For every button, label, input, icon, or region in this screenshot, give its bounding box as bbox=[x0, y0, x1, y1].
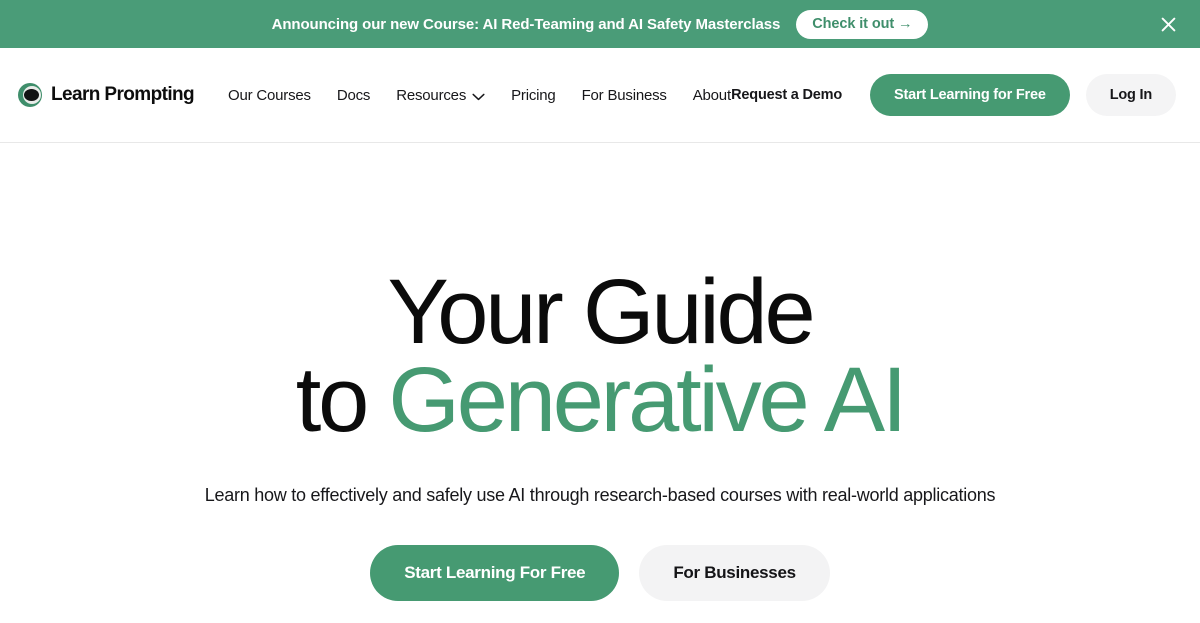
nav-item-our-courses[interactable]: Our Courses bbox=[228, 87, 311, 104]
announcement-banner: Announcing our new Course: AI Red-Teamin… bbox=[0, 0, 1200, 48]
nav-label: Docs bbox=[336, 86, 371, 104]
page-title: Your Guide to Generative AI bbox=[0, 266, 1200, 446]
nav-label: About bbox=[692, 86, 731, 104]
nav-label: For Business bbox=[581, 86, 667, 104]
login-button[interactable]: Log In bbox=[1085, 74, 1176, 116]
brand-logo-link[interactable]: Learn Prompting bbox=[18, 83, 195, 107]
header-actions: Request a Demo Start Learning for Free L… bbox=[731, 74, 1176, 116]
hero-section: Your Guide to Generative AI Learn how to… bbox=[0, 143, 1200, 602]
primary-navigation: Our Courses Docs Resources Pricing For B… bbox=[228, 86, 731, 105]
nav-item-docs[interactable]: Docs bbox=[336, 86, 371, 104]
learn-prompting-logo-icon bbox=[18, 83, 42, 107]
hero-title-line-1: Your Guide bbox=[387, 261, 816, 363]
chevron-down-icon bbox=[472, 88, 485, 105]
hero-title-line-2-plain: to bbox=[295, 349, 389, 452]
nav-label: Our Courses bbox=[228, 86, 311, 104]
announcement-text: Announcing our new Course: AI Red-Teamin… bbox=[271, 15, 781, 33]
nav-item-about[interactable]: About bbox=[693, 87, 731, 104]
nav-label: Resources bbox=[396, 86, 467, 104]
start-learning-hero-button[interactable]: Start Learning For Free bbox=[370, 545, 620, 602]
announcement-cta-button[interactable]: Check it out → bbox=[796, 9, 929, 39]
nav-item-resources[interactable]: Resources bbox=[396, 86, 485, 105]
for-businesses-button[interactable]: For Businesses bbox=[639, 545, 830, 602]
nav-item-pricing[interactable]: Pricing bbox=[511, 86, 556, 104]
site-header: Learn Prompting Our Courses Docs Resourc… bbox=[0, 48, 1200, 143]
nav-item-for-business[interactable]: For Business bbox=[582, 87, 667, 104]
start-learning-header-button[interactable]: Start Learning for Free bbox=[869, 74, 1070, 116]
close-icon bbox=[1160, 16, 1177, 33]
hero-subtitle: Learn how to effectively and safely use … bbox=[204, 484, 996, 505]
hero-actions: Start Learning For Free For Businesses bbox=[0, 545, 1200, 602]
nav-label: Pricing bbox=[511, 86, 556, 104]
hero-title-line-2-accent: Generative AI bbox=[388, 349, 907, 452]
brand-name: Learn Prompting bbox=[51, 84, 195, 105]
request-demo-link[interactable]: Request a Demo bbox=[731, 87, 842, 103]
banner-close-button[interactable] bbox=[1154, 10, 1182, 38]
